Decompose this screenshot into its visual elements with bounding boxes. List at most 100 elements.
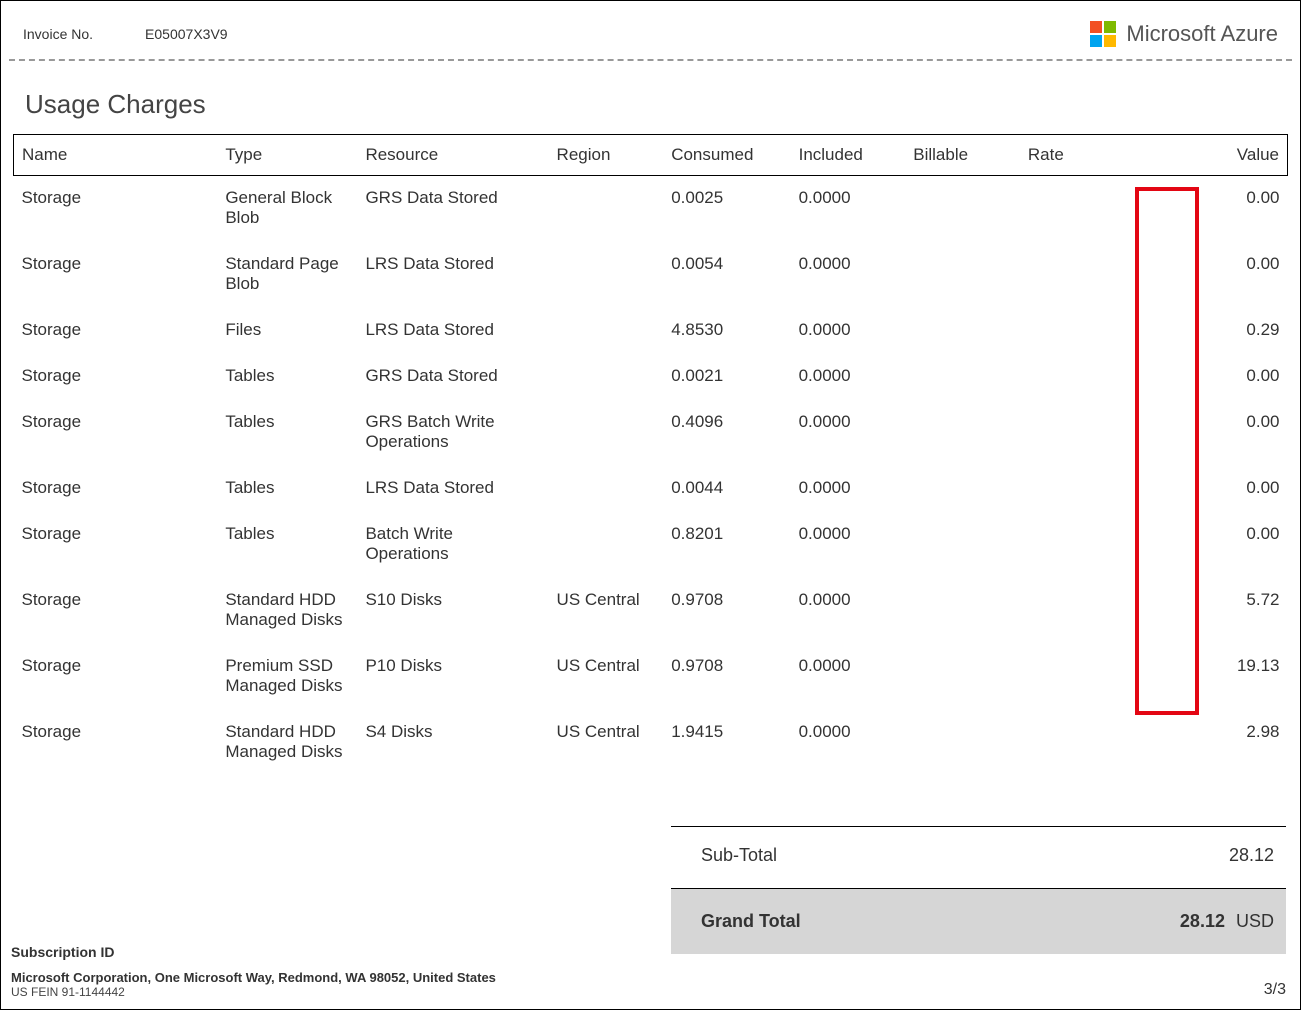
brand-name: Microsoft Azure: [1126, 21, 1278, 47]
cell-consumed: 1.9415: [663, 710, 790, 776]
cell-value: 2.98: [1160, 710, 1287, 776]
table-header-row: Name Type Resource Region Consumed Inclu…: [14, 135, 1288, 176]
cell-value: 0.29: [1160, 308, 1287, 354]
col-included: Included: [791, 135, 906, 176]
usage-table-wrap: Name Type Resource Region Consumed Inclu…: [13, 134, 1288, 776]
company-address: Microsoft Corporation, One Microsoft Way…: [11, 970, 1286, 985]
cell-rate: [1020, 400, 1160, 466]
cell-included: 0.0000: [791, 242, 906, 308]
cell-value: 0.00: [1160, 176, 1287, 243]
cell-region: [549, 308, 664, 354]
cell-type: Standard Page Blob: [217, 242, 357, 308]
cell-resource: LRS Data Stored: [357, 308, 548, 354]
header-divider: [9, 59, 1292, 61]
cell-name: Storage: [14, 176, 218, 243]
cell-value: 0.00: [1160, 354, 1287, 400]
cell-consumed: 0.9708: [663, 578, 790, 644]
cell-rate: [1020, 578, 1160, 644]
table-row: StorageTablesBatch Write Operations0.820…: [14, 512, 1288, 578]
table-row: StorageFilesLRS Data Stored4.85300.00000…: [14, 308, 1288, 354]
microsoft-logo-icon: [1090, 21, 1116, 47]
brand-block: Microsoft Azure: [1090, 21, 1278, 47]
cell-included: 0.0000: [791, 400, 906, 466]
section-title: Usage Charges: [25, 89, 1300, 120]
cell-region: US Central: [549, 710, 664, 776]
cell-resource: LRS Data Stored: [357, 466, 548, 512]
table-row: StorageStandard Page BlobLRS Data Stored…: [14, 242, 1288, 308]
cell-included: 0.0000: [791, 710, 906, 776]
cell-resource: S10 Disks: [357, 578, 548, 644]
invoice-header: Invoice No. E05007X3V9 Microsoft Azure: [1, 1, 1300, 59]
cell-consumed: 0.4096: [663, 400, 790, 466]
cell-rate: [1020, 644, 1160, 710]
cell-rate: [1020, 466, 1160, 512]
grand-total-amount: 28.12 USD: [1180, 911, 1274, 932]
cell-consumed: 0.9708: [663, 644, 790, 710]
cell-value: 5.72: [1160, 578, 1287, 644]
cell-type: Files: [217, 308, 357, 354]
col-name: Name: [14, 135, 218, 176]
cell-name: Storage: [14, 242, 218, 308]
col-billable: Billable: [905, 135, 1020, 176]
cell-region: [549, 512, 664, 578]
invoice-footer: Subscription ID Microsoft Corporation, O…: [11, 944, 1286, 999]
col-rate: Rate: [1020, 135, 1160, 176]
cell-resource: GRS Data Stored: [357, 176, 548, 243]
cell-value: 0.00: [1160, 466, 1287, 512]
cell-billable: [905, 400, 1020, 466]
cell-name: Storage: [14, 400, 218, 466]
cell-value: 0.00: [1160, 512, 1287, 578]
cell-consumed: 0.0054: [663, 242, 790, 308]
cell-billable: [905, 578, 1020, 644]
cell-rate: [1020, 512, 1160, 578]
cell-included: 0.0000: [791, 578, 906, 644]
cell-included: 0.0000: [791, 176, 906, 243]
table-row: StoragePremium SSD Managed DisksP10 Disk…: [14, 644, 1288, 710]
subtotal-value: 28.12: [1229, 845, 1274, 866]
cell-billable: [905, 242, 1020, 308]
table-row: StorageStandard HDD Managed DisksS4 Disk…: [14, 710, 1288, 776]
page-number: 3/3: [1264, 981, 1286, 999]
cell-region: US Central: [549, 578, 664, 644]
cell-billable: [905, 466, 1020, 512]
cell-name: Storage: [14, 644, 218, 710]
table-row: StorageGeneral Block BlobGRS Data Stored…: [14, 176, 1288, 243]
col-region: Region: [549, 135, 664, 176]
cell-name: Storage: [14, 710, 218, 776]
invoice-number-value: E05007X3V9: [145, 26, 228, 42]
cell-name: Storage: [14, 578, 218, 644]
totals-block: Sub-Total 28.12 Grand Total 28.12 USD: [671, 826, 1286, 954]
invoice-number-label: Invoice No.: [23, 26, 93, 42]
cell-rate: [1020, 710, 1160, 776]
cell-billable: [905, 176, 1020, 243]
cell-region: [549, 176, 664, 243]
cell-resource: P10 Disks: [357, 644, 548, 710]
cell-included: 0.0000: [791, 644, 906, 710]
grand-total-currency: USD: [1236, 911, 1274, 931]
cell-resource: LRS Data Stored: [357, 242, 548, 308]
cell-region: [549, 354, 664, 400]
cell-type: Tables: [217, 354, 357, 400]
cell-consumed: 0.0025: [663, 176, 790, 243]
invoice-number-block: Invoice No. E05007X3V9: [23, 26, 228, 42]
table-row: StorageTablesGRS Data Stored0.00210.0000…: [14, 354, 1288, 400]
subscription-id-label: Subscription ID: [11, 944, 1286, 960]
cell-name: Storage: [14, 354, 218, 400]
cell-region: US Central: [549, 644, 664, 710]
cell-billable: [905, 512, 1020, 578]
cell-name: Storage: [14, 308, 218, 354]
col-type: Type: [217, 135, 357, 176]
cell-billable: [905, 710, 1020, 776]
usage-charges-table: Name Type Resource Region Consumed Inclu…: [13, 134, 1288, 776]
cell-billable: [905, 644, 1020, 710]
cell-consumed: 4.8530: [663, 308, 790, 354]
cell-type: Standard HDD Managed Disks: [217, 578, 357, 644]
cell-type: Tables: [217, 400, 357, 466]
col-resource: Resource: [357, 135, 548, 176]
cell-region: [549, 242, 664, 308]
cell-name: Storage: [14, 466, 218, 512]
cell-resource: S4 Disks: [357, 710, 548, 776]
cell-included: 0.0000: [791, 354, 906, 400]
cell-rate: [1020, 242, 1160, 308]
fein: US FEIN 91-1144442: [11, 985, 1286, 999]
